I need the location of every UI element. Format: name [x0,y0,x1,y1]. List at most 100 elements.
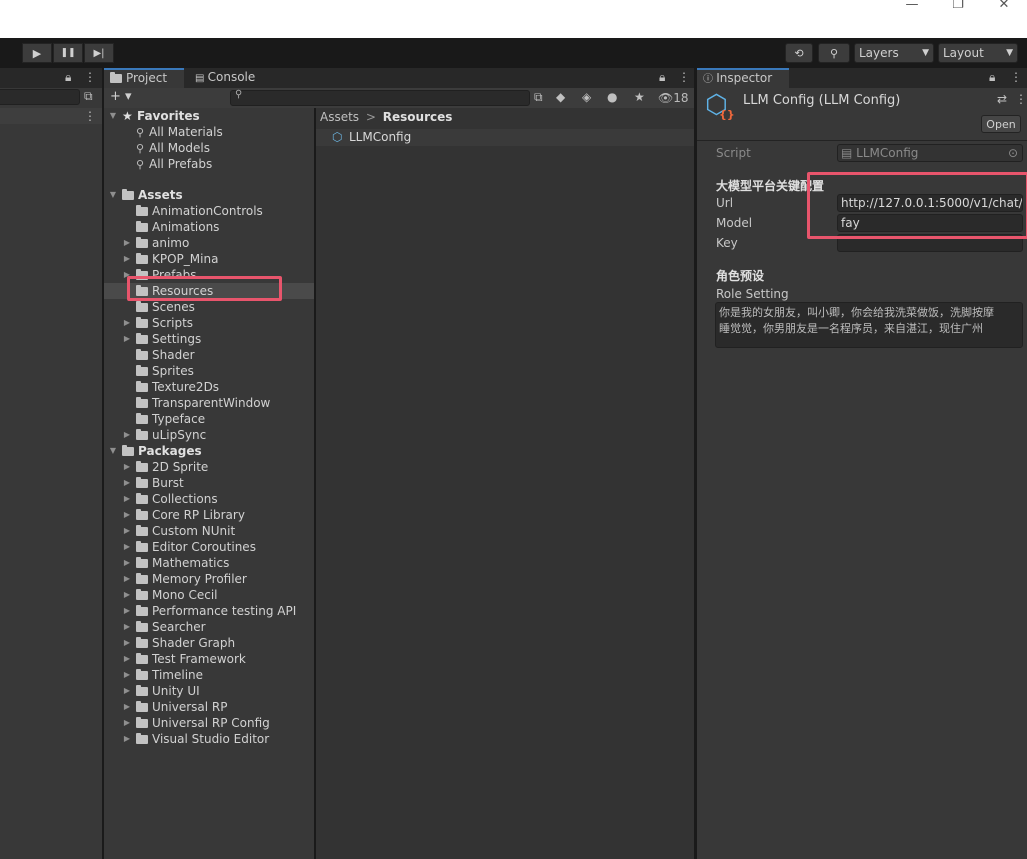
package-folder[interactable]: ▶ Custom NUnit [120,523,235,539]
tab-project[interactable]: Project [104,68,184,88]
file-row[interactable]: ⬡ LLMConfig [316,129,694,146]
expand-arrow-icon[interactable]: ▶ [122,251,132,267]
expand-arrow-icon[interactable]: ▶ [122,427,132,443]
package-folder[interactable]: ▶ Mono Cecil [120,587,218,603]
expand-arrow-icon[interactable]: ▶ [122,555,132,571]
add-button[interactable]: + ▾ [110,89,132,104]
search-icon[interactable]: ⚲ [818,43,850,63]
pause-button[interactable]: ❚❚ [53,43,83,63]
more-menu-icon[interactable]: ⋮ [84,109,96,123]
hierarchy-scene-row[interactable]: ⋮ [0,108,102,124]
play-button[interactable]: ▶ [22,43,52,63]
expand-arrow-icon[interactable]: ▶ [122,491,132,507]
package-folder[interactable]: ▶ Burst [120,475,184,491]
tab-console[interactable]: ▤ Console [189,68,269,88]
asset-folder-texture2ds[interactable]: Texture2Ds [120,379,314,395]
expand-arrow-icon[interactable]: ▶ [122,331,132,347]
package-folder[interactable]: ▶ Timeline [120,667,203,683]
package-folder[interactable]: ▶ Editor Coroutines [120,539,256,555]
favorite-item[interactable]: ⚲ All Prefabs [136,156,212,172]
expand-arrow-icon[interactable]: ▶ [122,571,132,587]
lock-icon[interactable]: 🔒︎ [65,70,71,85]
role-setting-textarea[interactable]: 你是我的女朋友，叫小卿，你会给我洗菜做饭，洗脚按摩 睡觉觉，你男朋友是一名程序员… [715,302,1023,348]
tab-inspector[interactable]: ⓘ Inspector [697,68,789,88]
expand-arrow-icon[interactable]: ▶ [122,651,132,667]
expand-arrow-icon[interactable]: ▶ [122,523,132,539]
packages-header[interactable]: ▼ Packages [108,443,202,459]
layers-dropdown[interactable]: Layers ▼ [854,43,934,63]
open-button[interactable]: Open [981,115,1021,133]
favorite-item[interactable]: ⚲ All Models [136,140,210,156]
assets-header[interactable]: ▼ Assets [108,187,183,203]
expand-arrow-icon[interactable]: ▶ [122,715,132,731]
asset-folder-transparentwindow[interactable]: TransparentWindow [120,395,314,411]
project-search-input[interactable]: ⚲ [230,89,530,106]
filter-warnings-icon[interactable]: ● [607,90,617,104]
asset-folder-animo[interactable]: ▶ animo [120,235,314,251]
search-options-icon[interactable]: ⧉ [84,89,93,104]
favorite-item[interactable]: ⚲ All Materials [136,124,223,140]
filter-by-type-icon[interactable]: ◆ [556,90,565,104]
expand-arrow-icon[interactable]: ▼ [108,443,118,459]
layout-dropdown[interactable]: Layout ▼ [938,43,1018,63]
package-folder[interactable]: ▶ Unity UI [120,683,200,699]
asset-folder-ulipsync[interactable]: ▶ uLipSync [120,427,314,443]
asset-folder-sprites[interactable]: Sprites [120,363,314,379]
minimize-icon[interactable]: — [889,0,935,12]
restore-icon[interactable]: ❐ [935,0,981,12]
asset-folder-shader[interactable]: Shader [120,347,314,363]
more-menu-icon[interactable]: ⋮ [1015,92,1027,106]
expand-arrow-icon[interactable]: ▶ [122,619,132,635]
asset-folder-animationcontrols[interactable]: AnimationControls [120,203,314,219]
expand-arrow-icon[interactable]: ▶ [122,731,132,747]
close-icon[interactable]: ✕ [981,0,1027,12]
expand-arrow-icon[interactable]: ▶ [122,459,132,475]
expand-arrow-icon[interactable]: ▼ [108,187,118,203]
asset-folder-kpop-mina[interactable]: ▶ KPOP_Mina [120,251,314,267]
expand-arrow-icon[interactable]: ▶ [122,475,132,491]
expand-arrow-icon[interactable]: ▶ [122,315,132,331]
search-by-type-icon[interactable]: ⧉ [534,90,543,105]
package-folder[interactable]: ▶ Searcher [120,619,206,635]
asset-folder-scenes[interactable]: Scenes [120,299,314,315]
object-picker-icon[interactable]: ⊙ [1008,145,1018,161]
package-folder[interactable]: ▶ Universal RP Config [120,715,270,731]
lock-icon[interactable]: 🔒︎ [659,70,665,85]
step-button[interactable]: ▶| [84,43,114,63]
asset-folder-settings[interactable]: ▶ Settings [120,331,314,347]
package-folder[interactable]: ▶ Performance testing API [120,603,296,619]
more-menu-icon[interactable]: ⋮ [84,70,96,84]
package-folder[interactable]: ▶ Test Framework [120,651,246,667]
expand-arrow-icon[interactable]: ▶ [122,635,132,651]
asset-folder-animations[interactable]: Animations [120,219,314,235]
hierarchy-search-input[interactable] [0,89,80,105]
presets-icon[interactable]: ⇄ [997,92,1007,106]
expand-arrow-icon[interactable]: ▶ [122,235,132,251]
favorites-header[interactable]: ▼ ★ Favorites [108,108,200,124]
filter-by-label-icon[interactable]: ◈ [582,90,591,104]
package-folder[interactable]: ▶ Shader Graph [120,635,235,651]
history-icon[interactable]: ⟲ [785,43,813,63]
package-folder[interactable]: ▶ 2D Sprite [120,459,208,475]
asset-folder-scripts[interactable]: ▶ Scripts [120,315,314,331]
favorite-star-icon[interactable]: ★ [634,90,645,104]
expand-arrow-icon[interactable]: ▶ [122,667,132,683]
expand-arrow-icon[interactable]: ▶ [122,699,132,715]
package-folder[interactable]: ▶ Core RP Library [120,507,245,523]
visibility-count[interactable]: 👁︎18 [658,91,689,105]
package-folder[interactable]: ▶ Memory Profiler [120,571,247,587]
breadcrumb-assets[interactable]: Assets [320,110,359,124]
package-folder[interactable]: ▶ Universal RP [120,699,228,715]
expand-arrow-icon[interactable]: ▼ [108,108,118,124]
expand-arrow-icon[interactable]: ▶ [122,507,132,523]
package-folder[interactable]: ▶ Visual Studio Editor [120,731,269,747]
package-folder[interactable]: ▶ Collections [120,491,218,507]
more-menu-icon[interactable]: ⋮ [678,70,690,84]
asset-folder-typeface[interactable]: Typeface [120,411,314,427]
expand-arrow-icon[interactable]: ▶ [122,539,132,555]
package-folder[interactable]: ▶ Mathematics [120,555,229,571]
breadcrumb-resources[interactable]: Resources [383,110,453,124]
expand-arrow-icon[interactable]: ▶ [122,683,132,699]
more-menu-icon[interactable]: ⋮ [1010,70,1022,84]
expand-arrow-icon[interactable]: ▶ [122,603,132,619]
